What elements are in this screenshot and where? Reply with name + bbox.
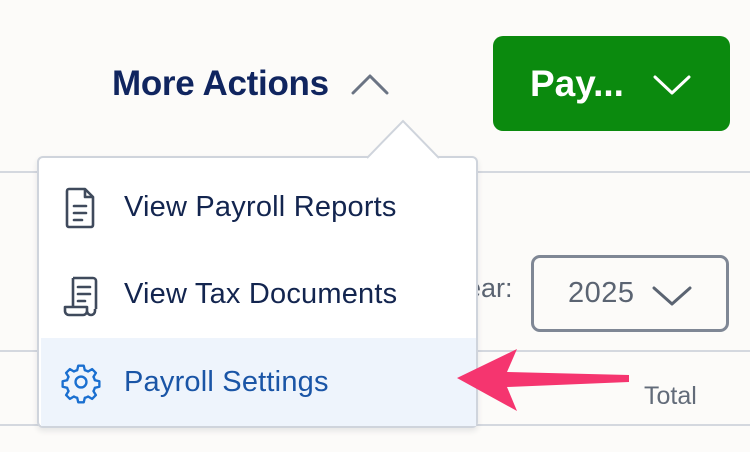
pay-button[interactable]: Pay...	[493, 36, 730, 131]
menu-item-view-payroll-reports[interactable]: View Payroll Reports	[41, 164, 476, 251]
menu-item-label: View Payroll Reports	[124, 191, 397, 223]
year-select[interactable]: 2025	[531, 255, 729, 332]
chevron-down-icon	[652, 286, 692, 306]
dropdown-caret	[367, 119, 439, 159]
chevron-up-icon	[351, 74, 389, 95]
pay-button-label: Pay...	[530, 62, 624, 104]
more-actions-label: More Actions	[112, 64, 329, 103]
menu-item-label: View Tax Documents	[124, 278, 398, 310]
scroll-icon	[63, 276, 98, 316]
gear-icon	[61, 364, 101, 404]
year-value: 2025	[568, 277, 635, 309]
more-actions-menu: View Payroll Reports View Tax Documents …	[37, 119, 478, 428]
document-icon	[65, 187, 95, 228]
menu-item-label: Payroll Settings	[124, 365, 329, 398]
chevron-down-icon	[653, 75, 691, 95]
menu-item-view-tax-documents[interactable]: View Tax Documents	[41, 251, 476, 338]
payroll-page: More Actions Pay... ear: 2025 Total View…	[0, 0, 750, 452]
menu-item-payroll-settings[interactable]: Payroll Settings	[41, 338, 476, 426]
column-header-total: Total	[644, 382, 697, 410]
annotation-arrow-icon	[457, 349, 629, 411]
more-actions-button[interactable]: More Actions	[112, 64, 389, 104]
